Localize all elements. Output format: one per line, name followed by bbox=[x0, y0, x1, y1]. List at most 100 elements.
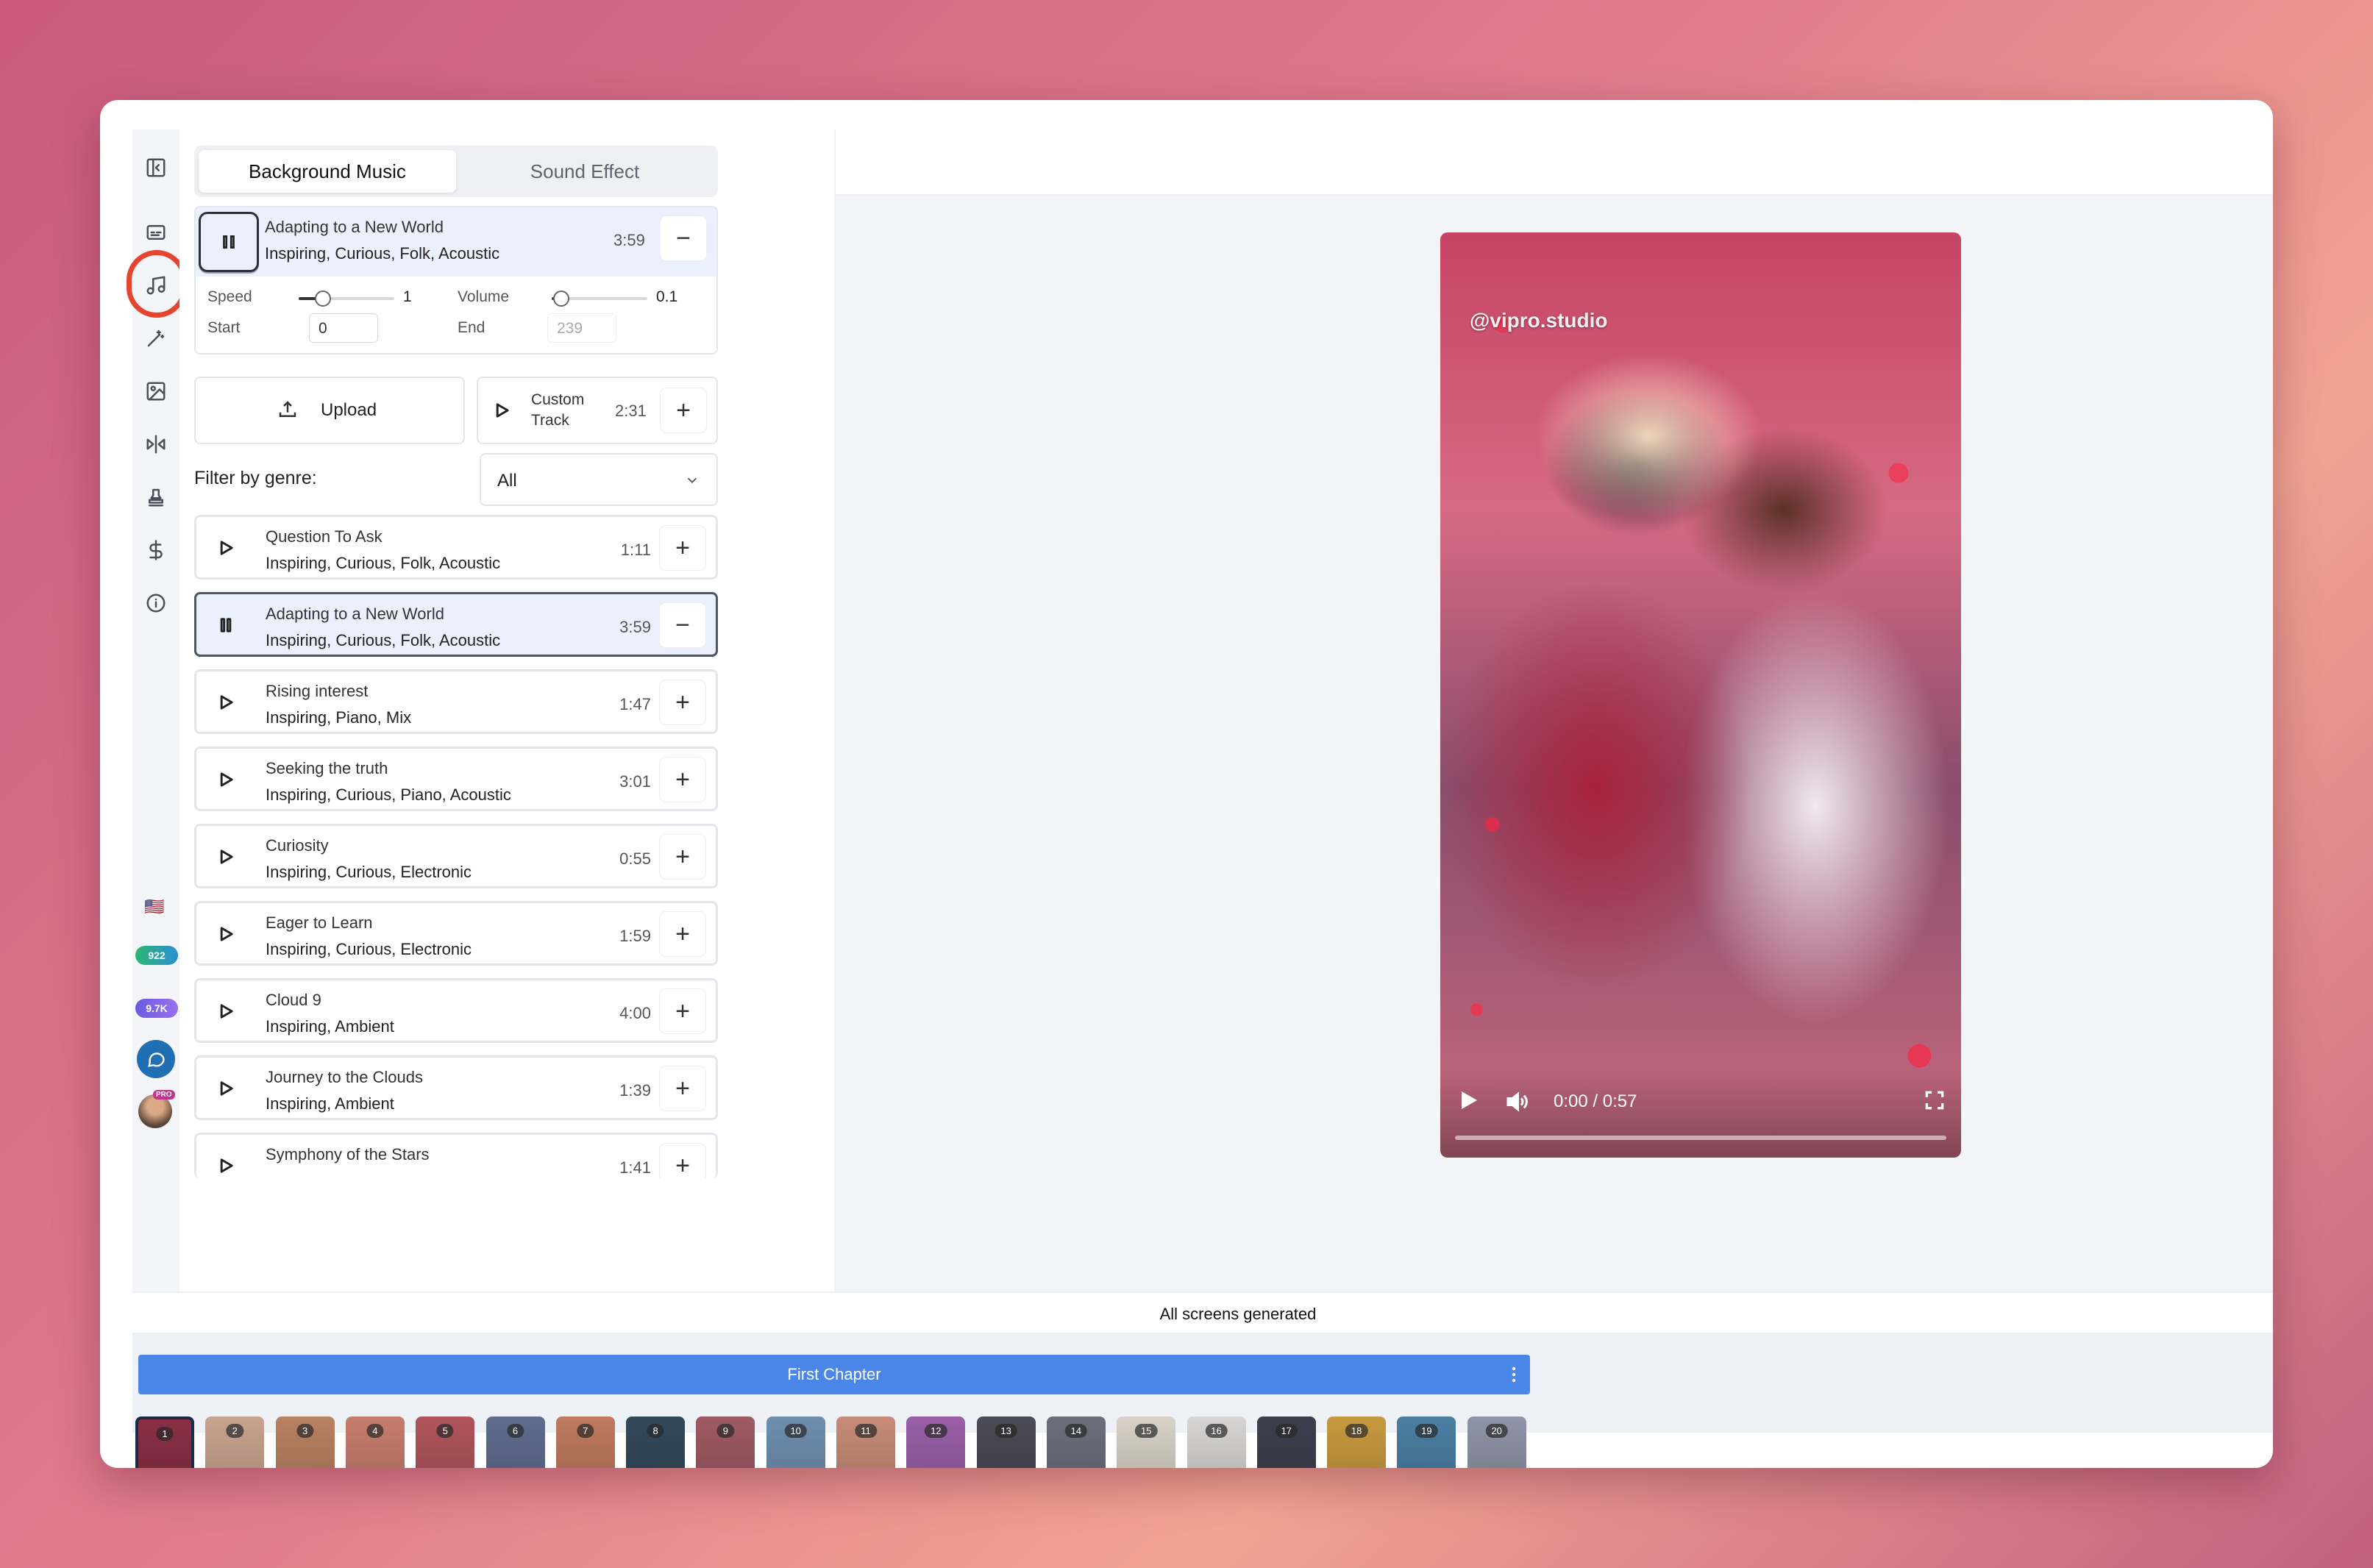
track-card[interactable]: Symphony of the Stars 1:41 + bbox=[194, 1133, 718, 1178]
dollar-icon[interactable] bbox=[143, 537, 169, 563]
scene-thumbnail[interactable]: 93.5s bbox=[696, 1416, 755, 1468]
video-preview[interactable]: @vipro.studio 0:00 / 0:57 bbox=[1440, 232, 1961, 1158]
chat-icon[interactable] bbox=[137, 1040, 175, 1078]
scene-thumbnail[interactable]: 172.6s bbox=[1256, 1416, 1316, 1468]
play-button[interactable] bbox=[211, 765, 241, 794]
track-duration: 1:11 bbox=[620, 541, 651, 559]
scene-thumbnail[interactable]: 194.3s bbox=[1397, 1416, 1456, 1468]
track-card[interactable]: Journey to the Clouds Inspiring, Ambient 1… bbox=[194, 1055, 718, 1120]
track-card[interactable]: Rising interest Inspiring, Piano, Mix 1:47… bbox=[194, 669, 718, 734]
scene-thumbnail[interactable]: 123.4s bbox=[906, 1416, 966, 1468]
tab-sound-effect[interactable]: Sound Effect bbox=[456, 150, 714, 193]
genre-filter-label: Filter by genre: bbox=[194, 468, 317, 488]
video-progress-bar[interactable] bbox=[1455, 1136, 1946, 1140]
play-button[interactable] bbox=[211, 919, 241, 949]
tab-background-music[interactable]: Background Music bbox=[199, 150, 456, 193]
scene-thumbnail[interactable]: 82.4s bbox=[626, 1416, 686, 1468]
play-button[interactable] bbox=[487, 396, 516, 425]
track-duration: 1:39 bbox=[619, 1081, 651, 1100]
subtitles-icon[interactable] bbox=[143, 219, 169, 246]
play-icon bbox=[220, 1081, 233, 1096]
remove-track-button[interactable]: − bbox=[661, 216, 706, 260]
scene-thumbnail[interactable]: 14.3s bbox=[135, 1416, 194, 1468]
add-track-button[interactable]: + bbox=[660, 1144, 705, 1178]
play-icon bbox=[496, 403, 509, 418]
play-icon bbox=[220, 772, 233, 787]
add-custom-track-button[interactable]: + bbox=[661, 388, 706, 432]
chapter-bar[interactable]: First Chapter bbox=[138, 1355, 1530, 1394]
add-track-button[interactable]: + bbox=[660, 758, 705, 802]
track-card[interactable]: Curiosity Inspiring, Curious, Electronic 0… bbox=[194, 824, 718, 888]
scene-number: 15 bbox=[1134, 1424, 1158, 1438]
track-title: Question To Ask bbox=[266, 527, 383, 546]
scene-thumbnail[interactable]: 183s bbox=[1327, 1416, 1387, 1468]
scene-thumbnail[interactable]: 102.8s bbox=[766, 1416, 825, 1468]
info-icon[interactable] bbox=[143, 590, 169, 616]
play-button[interactable] bbox=[211, 842, 241, 872]
volume-slider[interactable] bbox=[552, 291, 647, 307]
volume-icon[interactable] bbox=[1504, 1088, 1530, 1115]
scene-number: 17 bbox=[1275, 1424, 1298, 1438]
scene-thumbnail[interactable]: 203.6s bbox=[1467, 1416, 1526, 1468]
play-button[interactable] bbox=[211, 1151, 241, 1178]
track-card[interactable]: Seeking the truth Inspiring, Curious, Pia… bbox=[194, 746, 718, 811]
scene-number: 13 bbox=[995, 1424, 1017, 1438]
now-playing-tags: Inspiring, Curious, Folk, Acoustic bbox=[265, 244, 500, 263]
fullscreen-icon[interactable] bbox=[1923, 1088, 1946, 1112]
play-icon bbox=[220, 1158, 233, 1173]
track-tags: Inspiring, Ambient bbox=[266, 1017, 394, 1036]
magic-wand-icon[interactable] bbox=[143, 325, 169, 352]
play-button[interactable] bbox=[211, 688, 241, 717]
scene-thumbnail[interactable]: 31.6s bbox=[275, 1416, 335, 1468]
scene-thumbnail[interactable]: 112.6s bbox=[836, 1416, 895, 1468]
add-track-button[interactable]: + bbox=[660, 526, 705, 570]
volume-slider-knob[interactable] bbox=[553, 291, 569, 307]
scene-thumbnail[interactable]: 162.2s bbox=[1186, 1416, 1246, 1468]
play-icon bbox=[220, 1004, 233, 1019]
speed-slider-knob[interactable] bbox=[314, 291, 331, 307]
play-button[interactable] bbox=[211, 997, 241, 1026]
remove-track-button[interactable]: − bbox=[660, 603, 705, 647]
scene-thumbnail[interactable]: 143.4s bbox=[1046, 1416, 1106, 1468]
more-options-icon[interactable] bbox=[1511, 1365, 1517, 1384]
upload-button[interactable]: Upload bbox=[194, 377, 465, 444]
video-play-icon[interactable] bbox=[1455, 1087, 1481, 1113]
scene-thumbnail[interactable]: 132s bbox=[976, 1416, 1036, 1468]
play-button[interactable] bbox=[211, 1074, 241, 1103]
add-track-button[interactable]: + bbox=[660, 1066, 705, 1111]
scene-number: 10 bbox=[784, 1424, 807, 1438]
scene-thumbnail[interactable]: 74.1s bbox=[555, 1416, 615, 1468]
stamp-icon[interactable] bbox=[143, 484, 169, 510]
pause-button[interactable] bbox=[211, 610, 241, 640]
play-button[interactable] bbox=[211, 533, 241, 563]
pause-icon bbox=[223, 235, 235, 249]
track-tags: Inspiring, Piano, Mix bbox=[266, 708, 412, 727]
scene-thumbnail[interactable]: 151.7s bbox=[1117, 1416, 1176, 1468]
track-card[interactable]: Cloud 9 Inspiring, Ambient 4:00 + bbox=[194, 978, 718, 1043]
highlight-circle bbox=[127, 250, 187, 318]
sidebar-collapse-icon[interactable] bbox=[143, 154, 169, 181]
track-card[interactable]: Adapting to a New World Inspiring, Curiou… bbox=[194, 592, 718, 657]
audio-tabs: Background Music Sound Effect bbox=[194, 146, 718, 197]
credits-badge[interactable]: 9.7K bbox=[135, 999, 178, 1018]
genre-select[interactable]: All bbox=[480, 453, 718, 506]
track-card[interactable]: Question To Ask Inspiring, Curious, Folk,… bbox=[194, 515, 718, 580]
scene-thumbnail[interactable]: 23.4s bbox=[205, 1416, 265, 1468]
scene-thumbnail[interactable]: 40.8s bbox=[345, 1416, 405, 1468]
speed-label: Speed bbox=[207, 288, 252, 305]
track-tags: Inspiring, Curious, Folk, Acoustic bbox=[266, 631, 501, 649]
add-track-button[interactable]: + bbox=[660, 680, 705, 724]
flip-icon[interactable] bbox=[143, 431, 169, 457]
speed-slider[interactable] bbox=[299, 291, 394, 307]
track-card[interactable]: Eager to Learn Inspiring, Curious, Electr… bbox=[194, 901, 718, 966]
language-flag-icon[interactable]: 🇺🇸 bbox=[144, 897, 164, 916]
pause-button[interactable] bbox=[199, 212, 259, 272]
scene-thumbnail[interactable]: 53.2s bbox=[416, 1416, 475, 1468]
add-track-button[interactable]: + bbox=[660, 835, 705, 879]
scene-thumbnail[interactable]: 63s bbox=[485, 1416, 545, 1468]
credits-badge[interactable]: 922 bbox=[135, 946, 178, 965]
start-field[interactable]: 0 bbox=[309, 313, 378, 343]
image-edit-icon[interactable] bbox=[143, 378, 169, 405]
add-track-button[interactable]: + bbox=[660, 989, 705, 1033]
add-track-button[interactable]: + bbox=[660, 912, 705, 956]
